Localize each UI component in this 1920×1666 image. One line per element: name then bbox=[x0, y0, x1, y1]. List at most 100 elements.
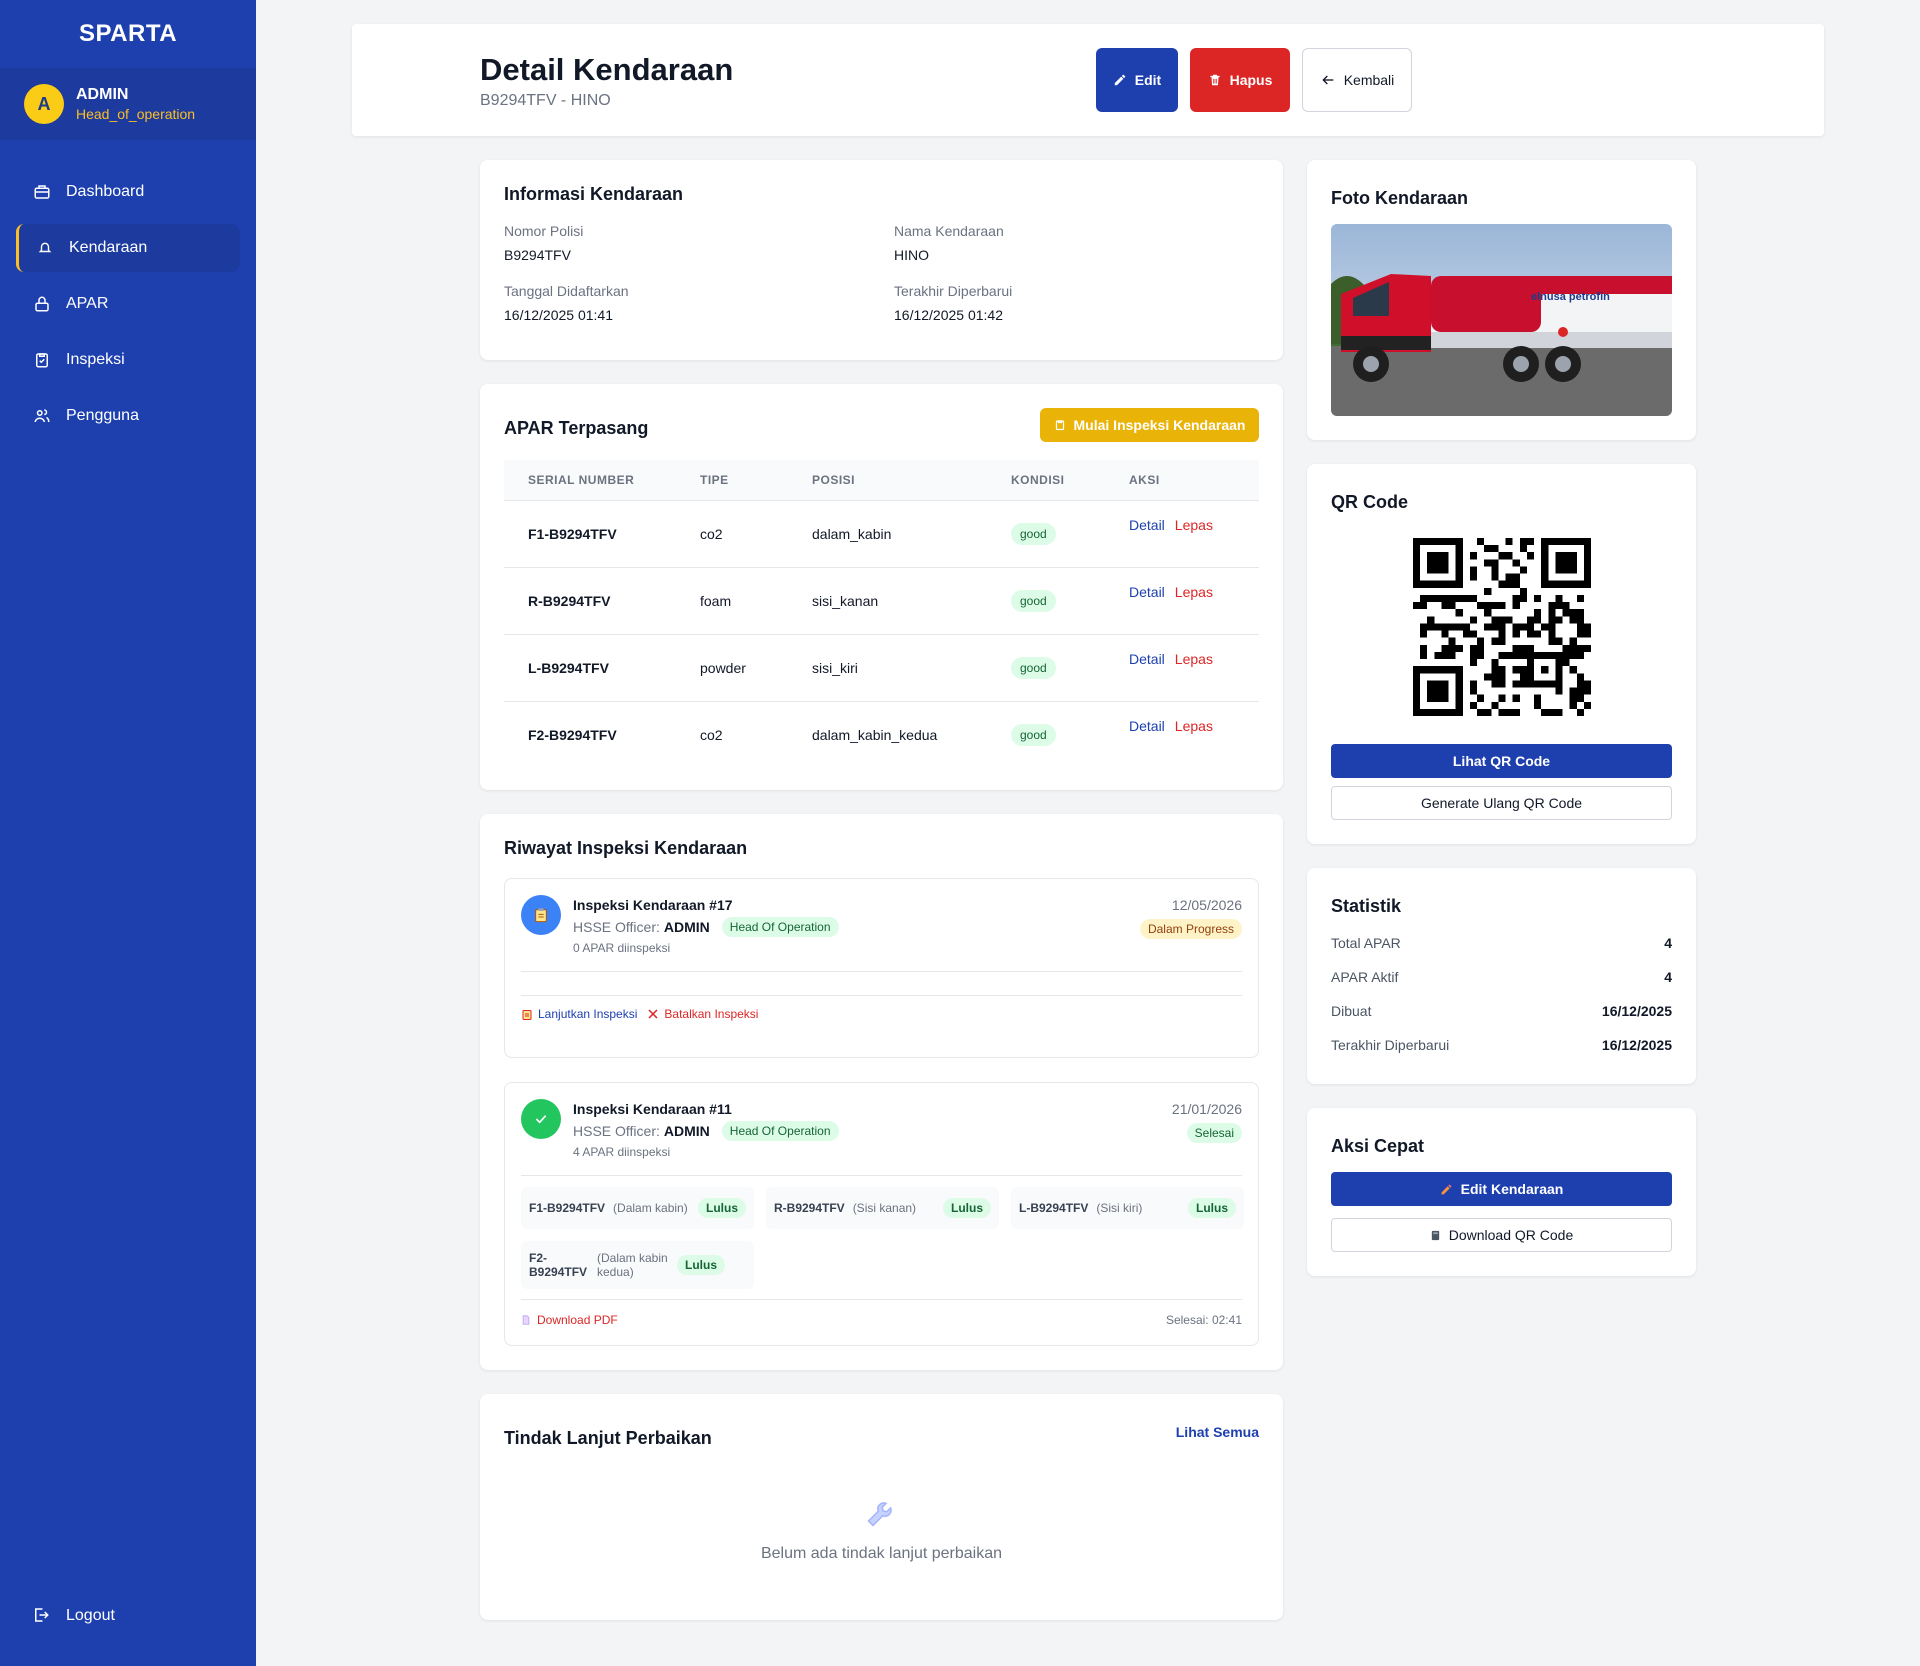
result-item: R-B9294TFV (Sisi kanan) Lulus bbox=[766, 1187, 999, 1229]
kondisi-badge: good bbox=[1011, 522, 1056, 545]
posisi-cell: sisi_kiri bbox=[788, 634, 987, 702]
lihat-semua-link[interactable]: Lihat Semua bbox=[1176, 1424, 1259, 1440]
inspection-count: 4 APAR diinspeksi bbox=[573, 1145, 671, 1159]
brand-logo[interactable]: SPARTA bbox=[0, 0, 256, 68]
logout-label: Logout bbox=[66, 1607, 115, 1624]
mulai-inspeksi-button[interactable]: Mulai Inspeksi Kendaraan bbox=[1040, 408, 1259, 442]
download-pdf-link[interactable]: Download PDF bbox=[521, 1313, 618, 1327]
qr-code-card: QR Code Lihat QR Code Generate Ulang QR … bbox=[1307, 464, 1696, 844]
card-title: QR Code bbox=[1331, 492, 1409, 512]
inspection-count: 0 APAR diinspeksi bbox=[573, 941, 671, 955]
card-title: Tindak Lanjut Perbaikan bbox=[504, 1428, 712, 1448]
result-serial: F1-B9294TFV bbox=[529, 1201, 606, 1215]
clipboard-check-icon bbox=[32, 350, 52, 370]
download-qr-button[interactable]: Download QR Code bbox=[1331, 1218, 1672, 1252]
lanjutkan-inspeksi-button[interactable]: Lanjutkan Inspeksi bbox=[521, 1007, 637, 1021]
batalkan-inspeksi-button[interactable]: Batalkan Inspeksi bbox=[647, 1007, 758, 1021]
truck-logo-text: elnusa petrofin bbox=[1531, 291, 1610, 303]
sidebar-item-apar[interactable]: APAR bbox=[16, 280, 240, 328]
apar-table: SERIAL NUMBER TIPE POSISI KONDISI AKSI F… bbox=[504, 460, 1259, 768]
table-row: F2-B9294TFV co2 dalam_kabin_kedua good D… bbox=[504, 701, 1259, 768]
status-badge: Dalam Progress bbox=[1139, 919, 1242, 939]
posisi-cell: sisi_kanan bbox=[788, 567, 987, 635]
info-kendaraan-card: Informasi Kendaraan Nomor Polisi B9294TF… bbox=[480, 160, 1283, 360]
sidebar-item-label: APAR bbox=[66, 295, 109, 312]
clipboard-icon bbox=[1055, 420, 1064, 431]
stat-label: Total APAR bbox=[1331, 935, 1401, 951]
pencil-icon bbox=[1114, 74, 1126, 86]
sidebar-nav: Dashboard Kendaraan APAR Inspeksi Penggu… bbox=[0, 140, 256, 440]
sidebar-item-label: Kendaraan bbox=[69, 239, 148, 256]
card-title: Riwayat Inspeksi Kendaraan bbox=[504, 838, 748, 858]
page-title: Detail Kendaraan bbox=[480, 52, 734, 87]
detail-link[interactable]: Detail bbox=[1129, 718, 1165, 734]
document-icon bbox=[522, 1315, 530, 1325]
result-badge: Lulus bbox=[698, 1198, 746, 1218]
result-badge: Lulus bbox=[677, 1255, 725, 1275]
vehicle-photo[interactable]: elnusa petrofin bbox=[1331, 224, 1672, 416]
divider bbox=[521, 1299, 1242, 1300]
page-subtitle: B9294TFV - HINO bbox=[480, 92, 611, 109]
logout-button[interactable]: Logout bbox=[32, 1606, 115, 1626]
sidebar-item-dashboard[interactable]: Dashboard bbox=[16, 168, 240, 216]
sidebar-item-inspeksi[interactable]: Inspeksi bbox=[16, 336, 240, 384]
lock-icon bbox=[32, 294, 52, 314]
result-item: F1-B9294TFV (Dalam kabin) Lulus bbox=[521, 1187, 754, 1229]
sidebar: SPARTA A ADMIN Head_of_operation Dashboa… bbox=[0, 0, 256, 1666]
nama-label: Nama Kendaraan bbox=[894, 223, 1004, 239]
inspection-date: 12/05/2026 bbox=[1171, 897, 1242, 913]
riwayat-inspeksi-card: Riwayat Inspeksi Kendaraan Inspeksi Kend… bbox=[480, 814, 1283, 1370]
stat-row: Terakhir Diperbarui 16/12/2025 bbox=[1331, 1037, 1672, 1053]
result-serial: L-B9294TFV bbox=[1019, 1201, 1089, 1215]
detail-link[interactable]: Detail bbox=[1129, 517, 1165, 533]
lepas-link[interactable]: Lepas bbox=[1175, 718, 1213, 734]
lepas-link[interactable]: Lepas bbox=[1175, 517, 1213, 533]
clipboard-icon bbox=[522, 1009, 532, 1020]
detail-link[interactable]: Detail bbox=[1129, 651, 1165, 667]
serial-cell: F1-B9294TFV bbox=[504, 500, 676, 568]
divider bbox=[521, 971, 1242, 972]
generate-qr-button[interactable]: Generate Ulang QR Code bbox=[1331, 786, 1672, 820]
sidebar-item-label: Pengguna bbox=[66, 407, 139, 424]
edit-button[interactable]: Edit bbox=[1096, 48, 1178, 112]
sidebar-item-kendaraan[interactable]: Kendaraan bbox=[16, 224, 240, 272]
tipe-cell: co2 bbox=[676, 500, 788, 568]
edit-label: Edit bbox=[1134, 72, 1162, 88]
hapus-button[interactable]: Hapus bbox=[1190, 48, 1290, 112]
card-title: Aksi Cepat bbox=[1331, 1136, 1425, 1156]
lihat-qr-button[interactable]: Lihat QR Code bbox=[1331, 744, 1672, 778]
role-badge: Head Of Operation bbox=[721, 1121, 839, 1141]
kembali-button[interactable]: Kembali bbox=[1302, 48, 1412, 112]
bell-icon bbox=[35, 238, 55, 258]
nama-value: HINO bbox=[894, 247, 929, 263]
trash-icon bbox=[1209, 74, 1220, 86]
detail-link[interactable]: Detail bbox=[1129, 584, 1165, 600]
serial-cell: R-B9294TFV bbox=[504, 567, 676, 635]
update-label: Terakhir Diperbarui bbox=[894, 283, 1013, 299]
column-header: KONDISI bbox=[987, 460, 1105, 501]
edit-kendaraan-button[interactable]: Edit Kendaraan bbox=[1331, 1172, 1672, 1206]
avatar: A bbox=[24, 84, 64, 124]
check-icon bbox=[521, 1099, 561, 1139]
result-badge: Lulus bbox=[943, 1198, 991, 1218]
inspection-title[interactable]: Inspeksi Kendaraan #17 bbox=[573, 897, 733, 913]
lepas-link[interactable]: Lepas bbox=[1175, 584, 1213, 600]
officer-name: ADMIN bbox=[663, 919, 710, 935]
batalkan-label: Batalkan Inspeksi bbox=[664, 1007, 759, 1021]
lepas-link[interactable]: Lepas bbox=[1175, 651, 1213, 667]
inspection-officer: HSSE Officer: ADMIN Head Of Operation bbox=[573, 1121, 839, 1141]
inspection-results: F1-B9294TFV (Dalam kabin) Lulus R-B9294T… bbox=[521, 1187, 1244, 1289]
sidebar-item-pengguna[interactable]: Pengguna bbox=[16, 392, 240, 440]
edit-kendaraan-label: Edit Kendaraan bbox=[1460, 1181, 1564, 1197]
apar-terpasang-card: APAR Terpasang Mulai Inspeksi Kendaraan … bbox=[480, 384, 1283, 790]
pencil-icon bbox=[1441, 1184, 1452, 1194]
tipe-cell: powder bbox=[676, 634, 788, 702]
inspection-officer: HSSE Officer: ADMIN Head Of Operation bbox=[573, 917, 839, 937]
update-value: 16/12/2025 01:42 bbox=[894, 307, 1003, 323]
download-pdf-label: Download PDF bbox=[537, 1313, 618, 1327]
inspection-item: Inspeksi Kendaraan #11 HSSE Officer: ADM… bbox=[504, 1082, 1259, 1346]
inspection-title[interactable]: Inspeksi Kendaraan #11 bbox=[573, 1101, 732, 1117]
user-profile: A ADMIN Head_of_operation bbox=[0, 68, 256, 140]
status-badge: Selesai bbox=[1186, 1123, 1242, 1143]
stat-row: APAR Aktif 4 bbox=[1331, 969, 1672, 985]
